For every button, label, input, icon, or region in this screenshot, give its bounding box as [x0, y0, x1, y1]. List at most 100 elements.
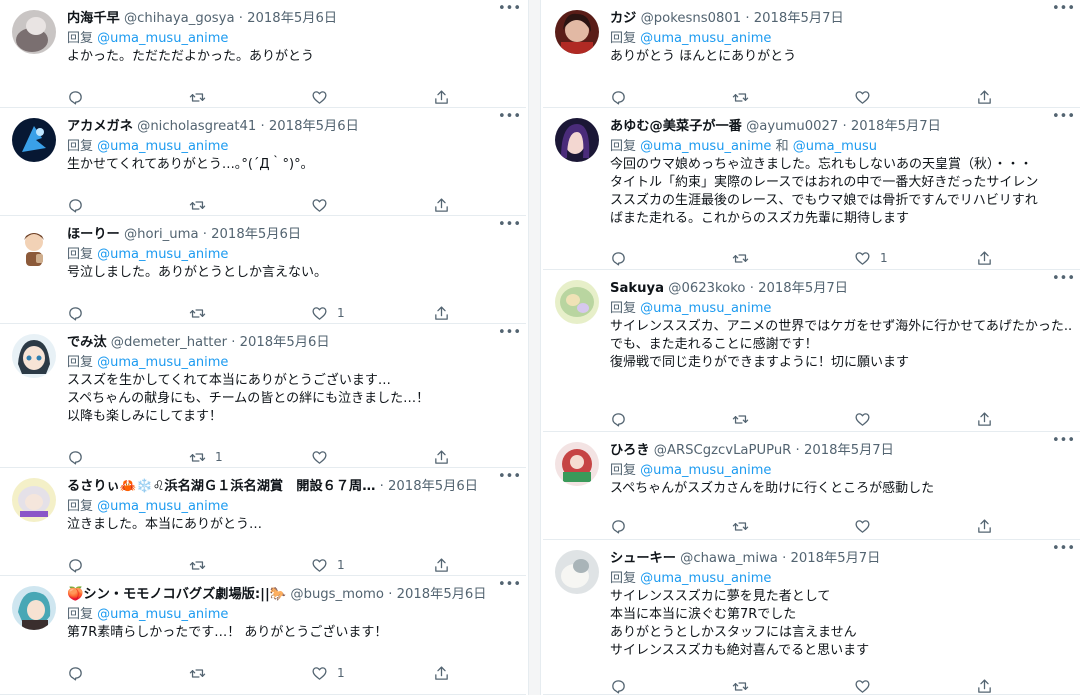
avatar[interactable]: [12, 10, 56, 54]
tweet-date[interactable]: 2018年5月6日: [397, 587, 487, 602]
mention-link[interactable]: @uma_musu_anime: [640, 571, 771, 586]
tweet-date[interactable]: 2018年5月7日: [804, 443, 894, 458]
display-name[interactable]: Sakuya: [610, 281, 664, 296]
tweet[interactable]: ••• Sakuya @0623koko · 2018年5月7日 回复 @uma_m…: [543, 270, 1080, 432]
retweet-button[interactable]: [189, 303, 206, 323]
retweet-button[interactable]: [189, 195, 206, 215]
user-handle[interactable]: @ayumu0027: [746, 119, 838, 134]
tweet-date[interactable]: 2018年5月7日: [790, 551, 880, 566]
reply-button[interactable]: [610, 248, 627, 268]
like-button[interactable]: 1: [311, 303, 345, 323]
display-name[interactable]: 内海千早: [67, 11, 120, 26]
tweet-date[interactable]: 2018年5月7日: [758, 281, 848, 296]
like-button[interactable]: [311, 195, 328, 215]
tweet-date[interactable]: 2018年5月6日: [240, 335, 330, 350]
user-handle[interactable]: @chawa_miwa: [680, 551, 778, 566]
share-button[interactable]: [976, 409, 993, 429]
tweet[interactable]: ••• 内海千早 @chihaya_gosya · 2018年5月6日 回复 @um…: [0, 0, 526, 108]
user-handle[interactable]: @ARSCgzcvLaPUPuR: [654, 443, 792, 458]
tweet[interactable]: ••• でみ汰 @demeter_hatter · 2018年5月6日 回复 @um…: [0, 324, 526, 468]
tweet-date[interactable]: 2018年5月7日: [754, 11, 844, 26]
retweet-button[interactable]: [732, 516, 749, 536]
tweet-date[interactable]: 2018年5月7日: [851, 119, 941, 134]
share-button[interactable]: [433, 195, 450, 215]
tweet-date[interactable]: 2018年5月6日: [388, 479, 478, 494]
like-button[interactable]: [854, 516, 871, 536]
mention-link[interactable]: @uma_musu_anime: [97, 139, 228, 154]
like-button[interactable]: [311, 87, 328, 107]
retweet-button[interactable]: [732, 248, 749, 268]
avatar[interactable]: [12, 334, 56, 378]
mention-link[interactable]: @uma_musu_anime: [97, 499, 228, 514]
like-button[interactable]: 1: [311, 663, 345, 683]
mention-link[interactable]: @uma_musu_anime: [97, 355, 228, 370]
share-button[interactable]: [976, 248, 993, 268]
retweet-button[interactable]: [189, 663, 206, 683]
mention-link[interactable]: @uma_musu_anime: [640, 139, 771, 154]
user-handle[interactable]: @hori_uma: [124, 227, 199, 242]
user-handle[interactable]: @0623koko: [668, 281, 745, 296]
avatar[interactable]: [555, 118, 599, 162]
tweet[interactable]: ••• 🍑シン・モモノコバグズ劇場版:||🐎 @bugs_momo · 2018年…: [0, 576, 526, 695]
user-handle[interactable]: @bugs_momo: [290, 587, 384, 602]
avatar[interactable]: [12, 478, 56, 522]
display-name[interactable]: ひろき: [610, 443, 650, 458]
share-button[interactable]: [976, 87, 993, 107]
tweet[interactable]: ••• カジ @pokesns0801 · 2018年5月7日 回复 @uma_mu…: [543, 0, 1080, 108]
like-button[interactable]: 1: [311, 555, 345, 575]
display-name[interactable]: でみ汰: [67, 335, 107, 350]
reply-button[interactable]: [610, 676, 627, 695]
tweet-date[interactable]: 2018年5月6日: [269, 119, 359, 134]
reply-button[interactable]: [67, 195, 84, 215]
display-name[interactable]: ほーりー: [67, 227, 120, 242]
retweet-button[interactable]: [732, 676, 749, 695]
display-name[interactable]: アカメガネ: [67, 119, 133, 134]
reply-button[interactable]: [610, 516, 627, 536]
tweet[interactable]: ••• あゆむ@美菜子が一番 @ayumu0027 · 2018年5月7日 回复 @…: [543, 108, 1080, 270]
share-button[interactable]: [433, 303, 450, 323]
user-handle[interactable]: @demeter_hatter: [111, 335, 227, 350]
display-name[interactable]: 🍑シン・モモノコバグズ劇場版:||🐎: [67, 587, 286, 602]
retweet-button[interactable]: [732, 87, 749, 107]
reply-button[interactable]: [67, 303, 84, 323]
mention-link[interactable]: @uma_musu: [793, 139, 877, 154]
like-button[interactable]: [854, 409, 871, 429]
reply-button[interactable]: [610, 409, 627, 429]
share-button[interactable]: [433, 663, 450, 683]
display-name[interactable]: シューキー: [610, 551, 676, 566]
share-button[interactable]: [433, 87, 450, 107]
display-name[interactable]: カジ: [610, 11, 636, 26]
mention-link[interactable]: @uma_musu_anime: [97, 31, 228, 46]
like-button[interactable]: 1: [854, 248, 888, 268]
retweet-button[interactable]: [189, 555, 206, 575]
tweet[interactable]: ••• シューキー @chawa_miwa · 2018年5月7日 回复 @uma_…: [543, 540, 1080, 695]
like-button[interactable]: [311, 447, 328, 467]
mention-link[interactable]: @uma_musu_anime: [640, 31, 771, 46]
share-button[interactable]: [976, 516, 993, 536]
retweet-button[interactable]: [189, 87, 206, 107]
reply-button[interactable]: [67, 447, 84, 467]
avatar[interactable]: [12, 586, 56, 630]
avatar[interactable]: [555, 550, 599, 594]
tweet[interactable]: ••• アカメガネ @nicholasgreat41 · 2018年5月6日 回复 …: [0, 108, 526, 216]
tweet[interactable]: ••• るさりぃ🦀❄️♌浜名湖Ｇ１浜名湖賞 開設６７周… · 2018年5月6日回…: [0, 468, 526, 576]
user-handle[interactable]: @pokesns0801: [641, 11, 742, 26]
avatar[interactable]: [555, 442, 599, 486]
share-button[interactable]: [433, 555, 450, 575]
tweet-date[interactable]: 2018年5月6日: [211, 227, 301, 242]
like-button[interactable]: [854, 676, 871, 695]
avatar[interactable]: [12, 118, 56, 162]
display-name[interactable]: あゆむ@美菜子が一番: [610, 119, 742, 134]
reply-button[interactable]: [610, 87, 627, 107]
display-name[interactable]: るさりぃ🦀❄️♌浜名湖Ｇ１浜名湖賞 開設６７周…: [67, 479, 375, 494]
avatar[interactable]: [555, 280, 599, 324]
retweet-button[interactable]: 1: [189, 447, 223, 467]
reply-button[interactable]: [67, 87, 84, 107]
mention-link[interactable]: @uma_musu_anime: [640, 463, 771, 478]
user-handle[interactable]: @nicholasgreat41: [137, 119, 256, 134]
tweet[interactable]: ••• ひろき @ARSCgzcvLaPUPuR · 2018年5月7日 回复 @u…: [543, 432, 1080, 540]
retweet-button[interactable]: [732, 409, 749, 429]
avatar[interactable]: [12, 226, 56, 270]
tweet[interactable]: ••• ほーりー @hori_uma · 2018年5月6日 回复 @uma_mus…: [0, 216, 526, 324]
user-handle[interactable]: @chihaya_gosya: [124, 11, 235, 26]
